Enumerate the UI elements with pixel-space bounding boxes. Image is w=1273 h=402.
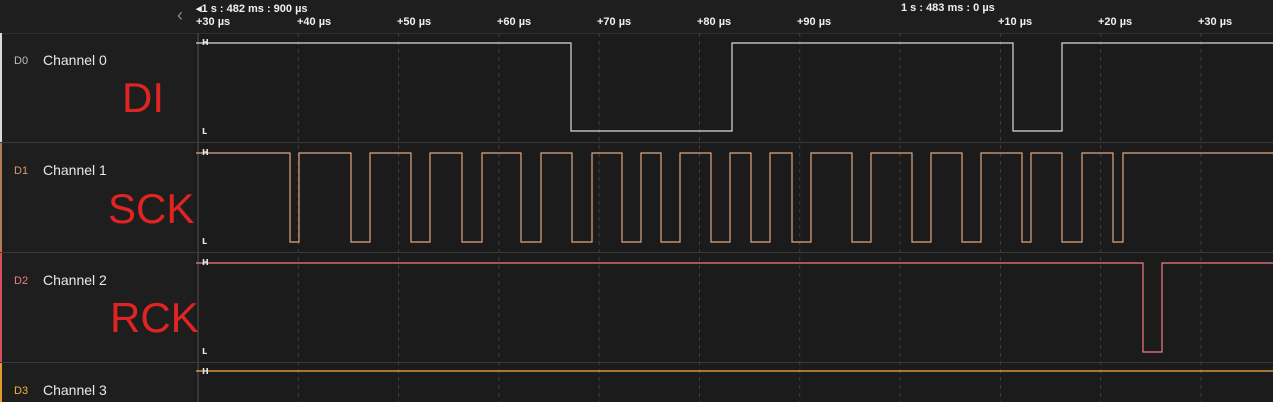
channel-row-1[interactable]: D1 Channel 1 SCK xyxy=(0,143,195,253)
annotation-label: RCK xyxy=(110,294,199,341)
channel-panel: ‹ D0 Channel 0 DI D1 Channel 1 SCK D2 Ch… xyxy=(0,0,199,402)
channel-row-2[interactable]: D2 Channel 2 RCK xyxy=(0,253,199,363)
channel-color-bar xyxy=(0,363,2,402)
time-tick: +30 µs xyxy=(196,16,231,28)
level-high-label: H xyxy=(202,367,209,376)
channel-color-bar xyxy=(0,253,2,362)
time-tick: +40 µs xyxy=(297,16,332,28)
time-tick: +10 µs xyxy=(998,16,1033,28)
level-low-label: L xyxy=(202,127,207,136)
channel-id: D3 xyxy=(14,385,29,397)
time-tick: +50 µs xyxy=(397,16,432,28)
time-tick: +70 µs xyxy=(597,16,632,28)
time-absolute-marker: 1 s : 483 ms : 0 µs xyxy=(901,2,995,14)
grid-lines xyxy=(197,33,1202,402)
annotation-label: SCK xyxy=(108,185,195,232)
time-tick: +60 µs xyxy=(497,16,532,28)
channel-row-3[interactable]: D3 Channel 3 xyxy=(0,363,195,402)
channel-id: D1 xyxy=(14,165,29,177)
time-tick: +20 µs xyxy=(1098,16,1133,28)
channel-id: D0 xyxy=(14,55,29,67)
channel-name[interactable]: Channel 3 xyxy=(43,382,107,398)
channel-row-0[interactable]: D0 Channel 0 DI xyxy=(0,33,195,143)
level-high-label: H xyxy=(202,38,209,47)
channel-id: D2 xyxy=(14,275,29,287)
level-low-label: L xyxy=(202,347,207,356)
level-high-label: H xyxy=(202,148,209,157)
time-tick: +30 µs xyxy=(1198,16,1233,28)
row-separators xyxy=(195,142,1273,363)
waveform-channel-1 xyxy=(196,152,1273,243)
time-ruler[interactable]: ◂1 s : 482 ms : 900 µs 1 s : 483 ms : 0 … xyxy=(195,0,1273,34)
time-tick: +90 µs xyxy=(797,16,832,28)
channel-name[interactable]: Channel 1 xyxy=(43,162,107,178)
annotation-label: DI xyxy=(122,74,164,121)
channel-name[interactable]: Channel 2 xyxy=(43,272,107,288)
channel-color-bar xyxy=(0,33,2,142)
channel-color-bar xyxy=(0,143,2,252)
level-low-label: L xyxy=(202,237,207,246)
waveform-area[interactable]: H L H L H L H xyxy=(195,33,1273,402)
waveform-channel-2 xyxy=(196,262,1273,353)
waveforms xyxy=(196,42,1273,372)
level-labels: H L H L H L H xyxy=(202,38,209,376)
time-tick: +80 µs xyxy=(697,16,732,28)
time-absolute-start: ◂1 s : 482 ms : 900 µs xyxy=(196,3,308,15)
channel-panel-header: ‹ xyxy=(0,0,195,34)
waveform-channel-0 xyxy=(196,42,1273,132)
level-high-label: H xyxy=(202,258,209,267)
channel-name[interactable]: Channel 0 xyxy=(43,52,107,68)
chevron-left-icon[interactable]: ‹ xyxy=(170,4,190,26)
